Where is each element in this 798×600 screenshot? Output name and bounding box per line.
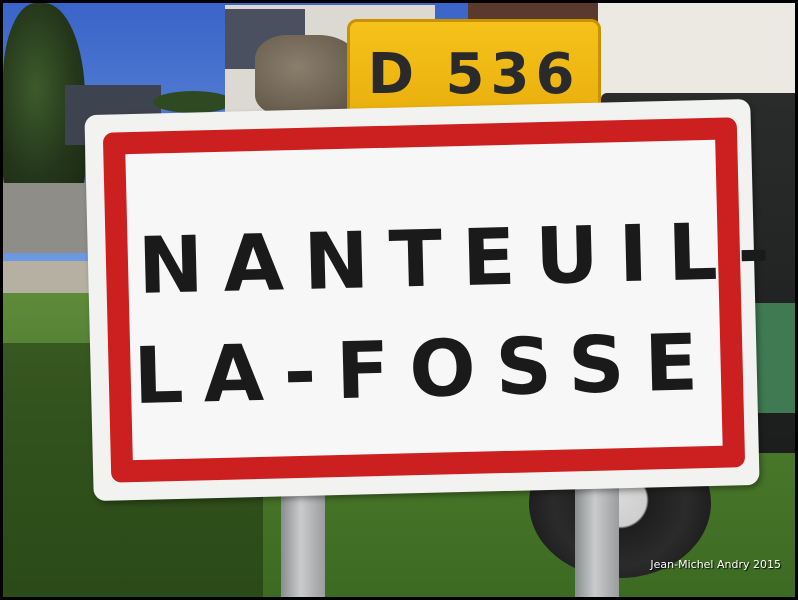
photo-credit: Jean-Michel Andry 2015 (650, 558, 781, 571)
road (3, 183, 93, 253)
sign-text-line-2: LA-FOSSE (132, 317, 719, 423)
photo: D 536 NANTEUIL- LA-FOSSE Jean-Michel And… (3, 3, 795, 597)
photo-frame: D 536 NANTEUIL- LA-FOSSE Jean-Michel And… (0, 0, 798, 600)
sign-text-line-1: NANTEUIL- (137, 206, 791, 312)
town-entry-sign: NANTEUIL- LA-FOSSE (84, 98, 791, 502)
sign-red-border: NANTEUIL- LA-FOSSE (102, 117, 791, 483)
stone-ornament (255, 35, 361, 115)
hedge (153, 91, 233, 113)
road-number-text: D 536 (367, 41, 581, 107)
